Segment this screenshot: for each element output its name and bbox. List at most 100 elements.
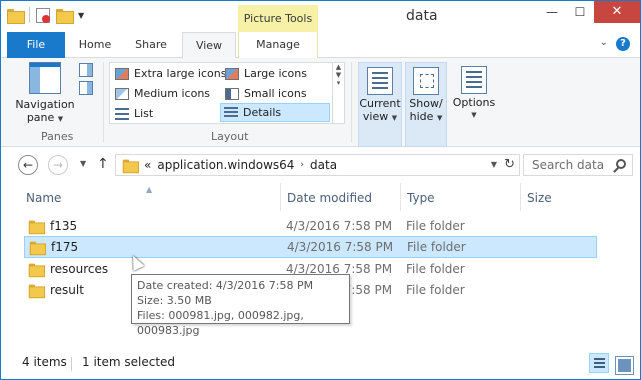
- layout-item-label: Small icons: [244, 87, 307, 100]
- layout-extra-large-icons[interactable]: Extra large icons: [112, 64, 226, 83]
- details-view-icon[interactable]: [589, 353, 609, 373]
- minimize-button[interactable]: —: [538, 1, 566, 23]
- tab-manage[interactable]: Manage: [238, 32, 318, 58]
- up-button[interactable]: ↑: [97, 156, 109, 172]
- tooltip-date-created: Date created: 4/3/2016 7:58 PM: [137, 279, 314, 292]
- breadcrumb-overflow[interactable]: «: [144, 158, 151, 172]
- tooltip-size: Size: 3.50 MB: [137, 294, 212, 307]
- explorer-window: ▼ Picture Tools data — ☐ ✕ File Home Sha…: [0, 0, 641, 380]
- refresh-icon[interactable]: ↻: [504, 157, 515, 172]
- address-bar[interactable]: « application.windows64 › data ▼ ↻: [115, 154, 520, 176]
- small-icons-icon: [225, 87, 239, 100]
- large-icons-view-icon[interactable]: [612, 353, 634, 375]
- details-pane-icon[interactable]: [79, 81, 93, 95]
- scroll-down-icon[interactable]: ▼: [336, 71, 341, 79]
- navigation-pane-label-2: pane ▼: [26, 111, 64, 124]
- options-button[interactable]: Options ▼: [451, 62, 497, 122]
- address-history-icon[interactable]: ▼: [491, 160, 497, 169]
- sort-ascending-icon: ▲: [146, 185, 153, 194]
- preview-pane-icon[interactable]: [79, 63, 93, 77]
- column-divider[interactable]: [520, 183, 521, 211]
- tab-file[interactable]: File: [7, 32, 65, 58]
- column-header-date-modified[interactable]: Date modified: [287, 191, 372, 205]
- current-view-icon: [367, 67, 393, 95]
- layout-item-label: Medium icons: [134, 87, 211, 100]
- folder-icon: [28, 220, 46, 234]
- show-hide-icon: [413, 67, 439, 95]
- ribbon-tabs: File Home Share View Manage ⌄ ?: [1, 32, 640, 59]
- tooltip-files: Files: 000981.jpg, 000982.jpg, 000983.jp…: [137, 309, 304, 337]
- back-button[interactable]: ←: [18, 155, 38, 175]
- layout-item-label: Large icons: [244, 67, 307, 80]
- layout-list[interactable]: List: [112, 104, 153, 123]
- folder-icon: [28, 263, 46, 277]
- address-bar-row: ← → ▼ ↑ « application.windows64 › data ▼…: [1, 147, 640, 183]
- scroll-up-icon[interactable]: ▲: [336, 63, 341, 71]
- new-folder-icon[interactable]: [56, 8, 74, 24]
- layout-details[interactable]: Details: [220, 103, 330, 122]
- quick-access-toolbar: ▼: [7, 7, 84, 24]
- properties-icon[interactable]: [36, 7, 50, 23]
- search-placeholder: Search data: [532, 158, 605, 172]
- table-row[interactable]: f135 4/3/2016 7:58 PM File folder: [24, 215, 597, 237]
- navigation-pane-button[interactable]: Navigation pane ▼: [13, 62, 77, 126]
- group-divider: [103, 62, 104, 142]
- file-date: 4/3/2016 7:58 PM: [286, 219, 393, 233]
- layout-large-icons[interactable]: Large icons: [222, 64, 307, 83]
- status-item-count: 4 items: [22, 355, 67, 369]
- navigation-pane-label-1: Navigation: [15, 98, 75, 111]
- layout-item-label: List: [134, 107, 154, 120]
- breadcrumb-data[interactable]: data: [310, 158, 337, 172]
- panes-group-label: Panes: [41, 130, 74, 143]
- current-view-button[interactable]: Current view ▼: [358, 62, 402, 147]
- options-icon: [461, 66, 487, 94]
- chevron-right-icon[interactable]: ›: [300, 160, 304, 170]
- recent-locations-icon[interactable]: ▼: [80, 159, 86, 168]
- forward-button[interactable]: →: [48, 155, 68, 175]
- folder-icon: [122, 159, 139, 173]
- help-icon[interactable]: ?: [616, 37, 630, 51]
- search-icon: [616, 159, 626, 169]
- status-selection: 1 item selected: [82, 355, 176, 369]
- navigation-pane-icon: [29, 62, 61, 94]
- expand-ribbon-icon[interactable]: ⌄: [600, 37, 608, 51]
- tab-view[interactable]: View: [182, 32, 236, 59]
- show-hide-button[interactable]: Show/ hide ▼: [405, 62, 447, 147]
- column-divider[interactable]: [280, 183, 281, 211]
- column-header-size[interactable]: Size: [527, 191, 552, 205]
- details-icon: [224, 106, 238, 119]
- layout-gallery: Extra large icons Large icons Medium ico…: [109, 62, 345, 124]
- extra-large-icons-icon: [115, 67, 129, 80]
- folder-info-tooltip: Date created: 4/3/2016 7:58 PM Size: 3.5…: [131, 274, 350, 337]
- layout-medium-icons[interactable]: Medium icons: [112, 84, 210, 103]
- breadcrumb-application-windows64[interactable]: application.windows64: [157, 158, 294, 172]
- layout-item-label: Extra large icons: [134, 67, 227, 80]
- table-row-selected[interactable]: f175 4/3/2016 7:58 PM File folder: [24, 236, 597, 258]
- file-name: f135: [50, 219, 78, 233]
- window-title: data: [406, 8, 438, 24]
- maximize-button[interactable]: ☐: [566, 1, 594, 23]
- search-input[interactable]: Search data: [523, 154, 633, 176]
- column-header-type[interactable]: Type: [407, 191, 435, 205]
- current-view-label-1: Current: [359, 97, 401, 110]
- tab-share[interactable]: Share: [123, 32, 179, 58]
- medium-icons-icon: [115, 87, 129, 100]
- file-name-cell: resources: [28, 262, 108, 277]
- customize-toolbar-icon[interactable]: ▼: [78, 11, 84, 20]
- layout-item-label: Details: [243, 106, 282, 119]
- folder-icon: [7, 8, 25, 24]
- folder-icon: [29, 241, 47, 255]
- gallery-more-icon[interactable]: ▾: [337, 79, 341, 87]
- list-icon: [115, 107, 129, 120]
- close-button[interactable]: ✕: [594, 1, 640, 23]
- toolbar-divider: [29, 7, 30, 23]
- layout-gallery-scroll[interactable]: ▲ ▼ ▾: [332, 63, 344, 123]
- column-header-name[interactable]: Name: [26, 191, 61, 205]
- options-label: Options: [452, 96, 496, 109]
- file-name-cell: f175: [29, 240, 78, 255]
- folder-icon: [28, 284, 46, 298]
- show-hide-label-1: Show/: [409, 97, 443, 110]
- layout-small-icons[interactable]: Small icons: [222, 84, 307, 103]
- tab-home[interactable]: Home: [67, 32, 123, 58]
- column-divider[interactable]: [400, 183, 401, 211]
